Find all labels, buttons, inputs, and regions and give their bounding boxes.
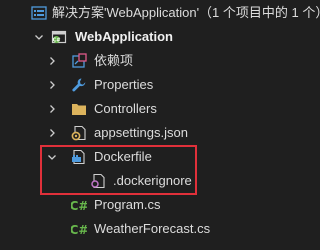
appsettings-label: appsettings.json <box>94 125 188 140</box>
chevron-right-icon[interactable] <box>44 49 60 73</box>
json-settings-icon <box>71 125 87 141</box>
dockerignore-label: .dockerignore <box>113 173 192 188</box>
dependencies-icon <box>71 53 87 69</box>
chevron-down-icon[interactable] <box>44 145 60 169</box>
csharp-project-icon: C# <box>51 29 67 45</box>
program-label: Program.cs <box>94 197 161 212</box>
chevron-right-icon[interactable] <box>44 73 60 97</box>
docker-file-icon <box>71 149 87 165</box>
tree-row-controllers[interactable]: Controllers <box>0 97 304 121</box>
chevron-right-icon[interactable] <box>44 121 60 145</box>
tree-row-dependencies[interactable]: 依赖项 <box>0 49 304 73</box>
tree-row-program[interactable]: C# Program.cs <box>0 193 304 217</box>
properties-label: Properties <box>94 77 154 92</box>
tree-row-dockerfile[interactable]: Dockerfile <box>0 145 304 169</box>
solution-icon <box>31 5 47 21</box>
chevron-down-icon[interactable] <box>31 25 47 49</box>
tree-row-dockerignore[interactable]: .dockerignore <box>0 169 304 193</box>
dockerignore-file-icon <box>90 173 106 189</box>
dockerfile-label: Dockerfile <box>94 149 152 164</box>
controllers-label: Controllers <box>94 101 157 116</box>
csharp-file-icon: C# <box>71 197 87 213</box>
wrench-icon <box>71 77 87 93</box>
folder-icon <box>71 101 87 117</box>
tree-row-weatherforecast[interactable]: C# WeatherForecast.cs <box>0 217 304 241</box>
tree-row-appsettings[interactable]: appsettings.json <box>0 121 304 145</box>
svg-text:C#: C# <box>71 199 87 213</box>
csharp-file-icon: C# <box>71 221 87 237</box>
tree-row-solution[interactable]: 解决方案'WebApplication'（1 个项目中的 1 个） <box>0 1 320 25</box>
project-label: WebApplication <box>75 29 173 44</box>
solution-label: 解决方案'WebApplication'（1 个项目中的 1 个） <box>52 5 320 20</box>
svg-text:C#: C# <box>53 37 61 43</box>
tree-row-project[interactable]: C# WebApplication <box>0 25 304 49</box>
tree-row-properties[interactable]: Properties <box>0 73 304 97</box>
chevron-right-icon[interactable] <box>44 97 60 121</box>
solution-explorer-tree: 解决方案'WebApplication'（1 个项目中的 1 个） C# Web… <box>0 0 320 250</box>
weatherforecast-label: WeatherForecast.cs <box>94 221 211 236</box>
svg-text:C#: C# <box>71 223 87 237</box>
dependencies-label: 依赖项 <box>94 53 134 68</box>
